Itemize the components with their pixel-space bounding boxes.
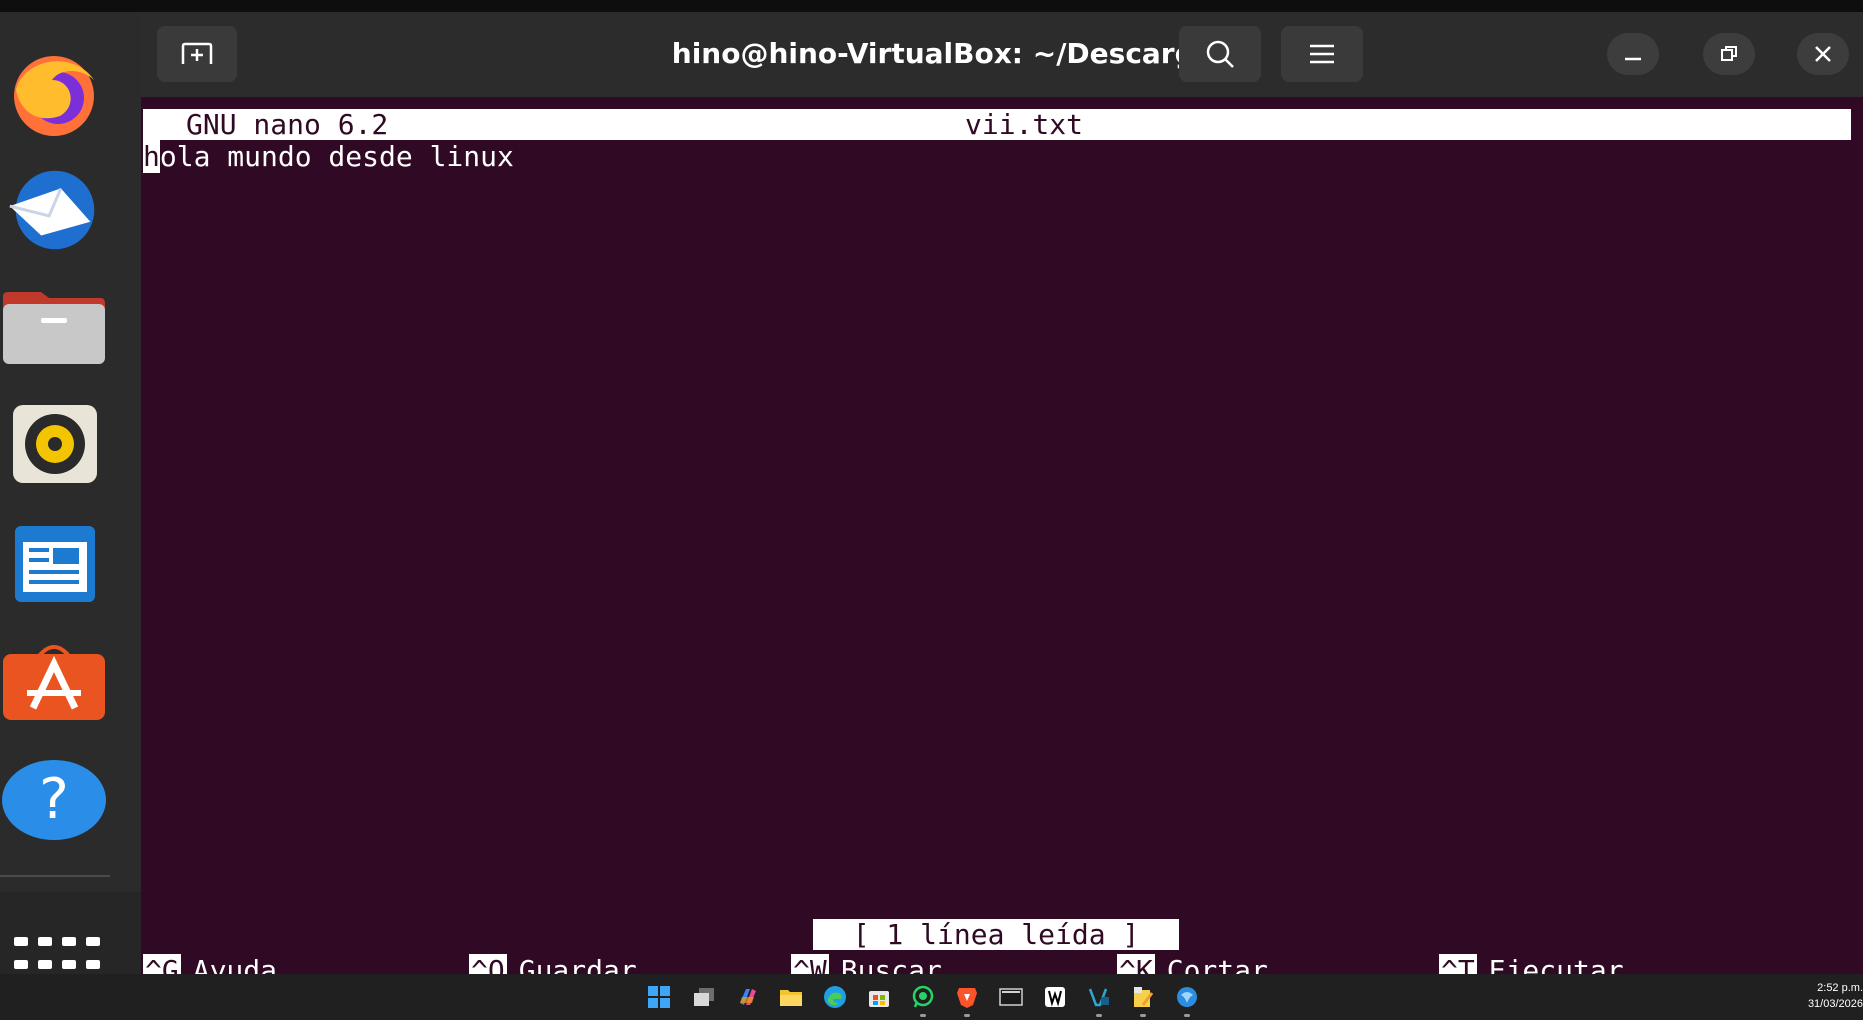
nano-filename: vii.txt bbox=[965, 108, 1084, 141]
terminal-area[interactable]: GNU nano 6.2 vii.txt hola mundo desde li… bbox=[141, 97, 1863, 974]
shortcut-key: ^K bbox=[1117, 954, 1155, 974]
edge-icon[interactable] bbox=[821, 983, 849, 1011]
shortcut-label: Ayuda bbox=[192, 954, 278, 974]
terminal-icon[interactable] bbox=[997, 983, 1025, 1011]
app-center-icon[interactable] bbox=[0, 634, 108, 730]
firefox-icon[interactable] bbox=[0, 46, 108, 142]
windows-start-icon[interactable] bbox=[645, 983, 673, 1011]
svg-text:?: ? bbox=[39, 767, 69, 832]
shortcut-key: ^W bbox=[791, 954, 829, 974]
libreoffice-writer-icon[interactable] bbox=[0, 516, 108, 612]
shortcut-cut[interactable]: ^K Cortar bbox=[1117, 951, 1268, 974]
clock-date: 31/03/2026 bbox=[1807, 998, 1863, 1010]
clock-time: 2:52 p.m. bbox=[1817, 982, 1863, 994]
sticky-notes-icon[interactable] bbox=[1129, 983, 1157, 1017]
shortcut-execute[interactable]: ^T Ejecutar bbox=[1439, 951, 1624, 974]
top-bar bbox=[0, 0, 1863, 12]
minimize-button[interactable] bbox=[1607, 33, 1659, 75]
terminal-window: hino@hino-VirtualBox: ~/Descargas GNU na… bbox=[141, 12, 1863, 974]
running-indicator bbox=[964, 1014, 970, 1017]
nano-title-bar: GNU nano 6.2 vii.txt bbox=[143, 109, 1851, 140]
whatsapp-icon[interactable] bbox=[909, 983, 937, 1017]
nano-version: GNU nano 6.2 bbox=[186, 108, 389, 141]
shortcut-bar: ^G Ayuda ^O Guardar ^W Buscar ^K Cortar ^T Ej… bbox=[141, 951, 1863, 974]
desktop: ? hino@hino-VirtualBox: ~/Descargas GNU … bbox=[0, 0, 1863, 1020]
search-icon bbox=[1206, 40, 1234, 68]
search-button[interactable] bbox=[1179, 26, 1261, 82]
shortcut-label: Guardar bbox=[518, 954, 637, 974]
rhythmbox-icon[interactable] bbox=[0, 396, 108, 492]
close-button[interactable] bbox=[1797, 33, 1849, 75]
shortcut-label: Cortar bbox=[1166, 954, 1268, 974]
menu-button[interactable] bbox=[1281, 26, 1363, 82]
shortcut-key: ^O bbox=[469, 954, 507, 974]
store-icon[interactable] bbox=[865, 983, 893, 1011]
maximize-button[interactable] bbox=[1703, 33, 1755, 75]
shortcut-key: ^T bbox=[1439, 954, 1477, 974]
dock-separator bbox=[0, 875, 110, 877]
brave-icon[interactable] bbox=[953, 983, 981, 1017]
hamburger-menu-icon bbox=[1310, 44, 1334, 64]
close-icon bbox=[1815, 46, 1831, 62]
new-tab-icon bbox=[181, 42, 213, 64]
shortcut-label: Ejecutar bbox=[1488, 954, 1624, 974]
new-tab-button[interactable] bbox=[157, 26, 237, 82]
running-indicator bbox=[920, 1014, 926, 1017]
shortcut-help[interactable]: ^G Ayuda bbox=[143, 951, 277, 974]
thunderbird-icon[interactable] bbox=[0, 162, 108, 258]
editor-line-text: ola mundo desde linux bbox=[159, 140, 514, 173]
system-clock[interactable]: 2:52 p.m. 31/03/2026 bbox=[1801, 980, 1863, 1012]
running-indicator bbox=[1096, 1014, 1102, 1017]
shortcut-key: ^G bbox=[143, 954, 181, 974]
task-view-icon[interactable] bbox=[690, 983, 718, 1011]
editor-line[interactable]: hola mundo desde linux bbox=[143, 140, 514, 173]
restore-icon bbox=[1721, 46, 1737, 61]
copilot-icon[interactable] bbox=[734, 983, 762, 1011]
browser-icon[interactable] bbox=[1173, 983, 1201, 1017]
windows-taskbar: 2:52 p.m. 31/03/2026 bbox=[0, 974, 1863, 1020]
running-indicator bbox=[1184, 1014, 1190, 1017]
notion-icon[interactable] bbox=[1041, 983, 1069, 1011]
running-indicator bbox=[1140, 1014, 1146, 1017]
shortcut-save[interactable]: ^O Guardar bbox=[469, 951, 637, 974]
file-explorer-icon[interactable] bbox=[777, 983, 805, 1011]
virtualbox-icon[interactable] bbox=[1085, 983, 1113, 1017]
ubuntu-dock: ? bbox=[0, 12, 141, 992]
shortcut-label: Buscar bbox=[840, 954, 942, 974]
status-message: [ 1 línea leída ] bbox=[813, 919, 1179, 950]
shortcut-search[interactable]: ^W Buscar bbox=[791, 951, 942, 974]
help-icon[interactable]: ? bbox=[0, 752, 108, 848]
window-headerbar: hino@hino-VirtualBox: ~/Descargas bbox=[141, 12, 1863, 97]
minimize-icon bbox=[1625, 57, 1641, 61]
files-icon[interactable] bbox=[0, 280, 108, 376]
text-cursor: h bbox=[143, 140, 160, 173]
